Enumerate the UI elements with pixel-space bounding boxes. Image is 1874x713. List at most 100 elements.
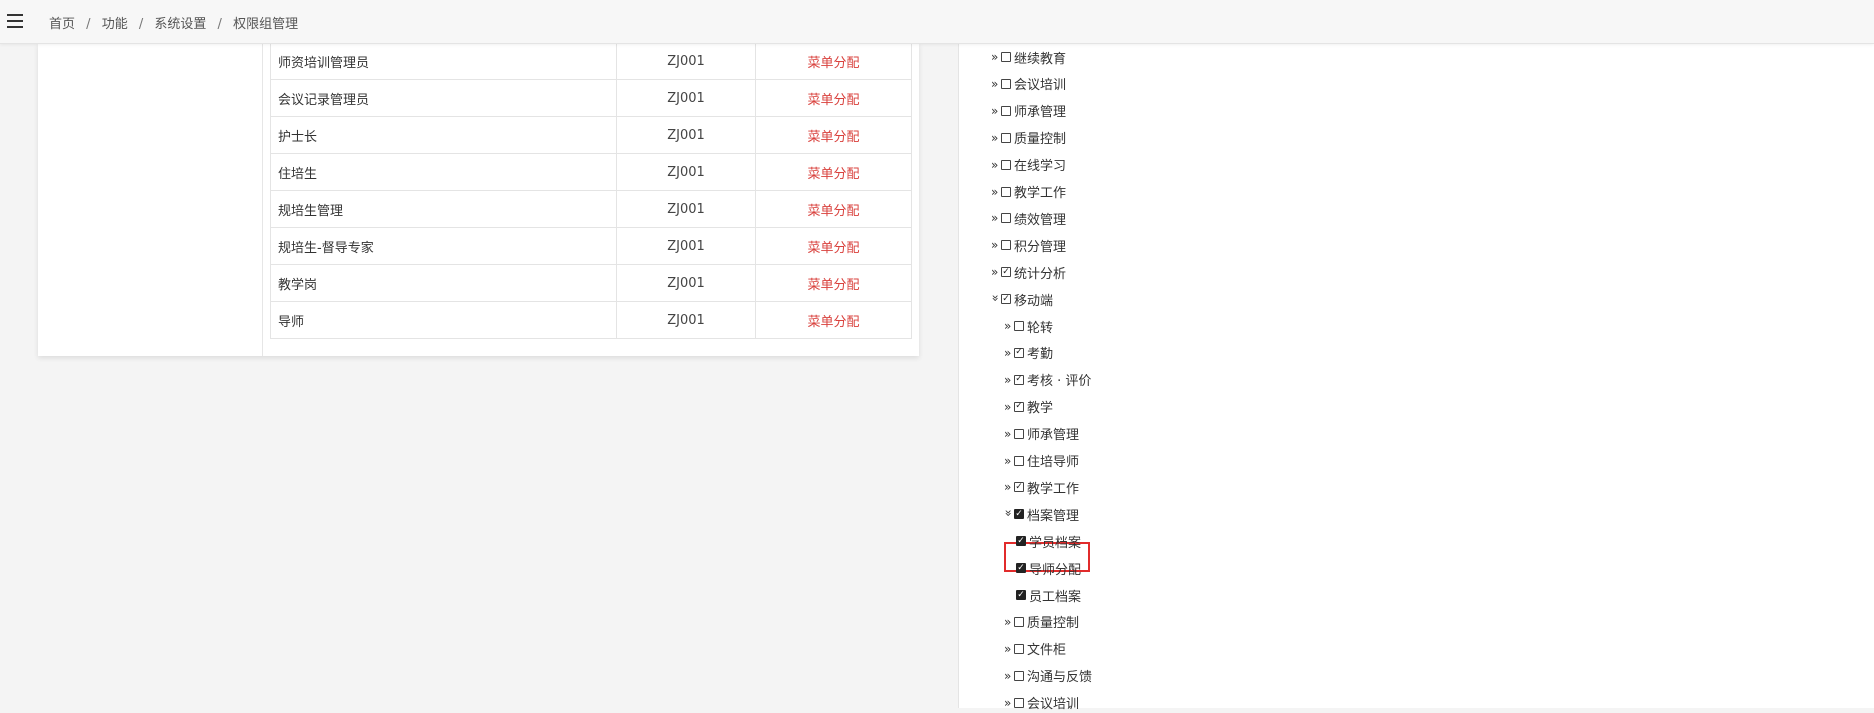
expand-arrow-icon[interactable]: » (991, 239, 1000, 251)
expand-arrow-icon[interactable]: » (991, 212, 1000, 224)
breadcrumb-system-settings[interactable]: 系统设置 (154, 17, 206, 32)
tree-node[interactable]: » 沟通与反馈 (1004, 666, 1092, 686)
checked-checkbox-icon[interactable] (1014, 509, 1024, 520)
checked-checkbox-icon[interactable] (1014, 347, 1024, 358)
expand-arrow-icon[interactable]: » (991, 159, 1000, 171)
tree-node[interactable]: » 考核 · 评价 (1004, 370, 1091, 390)
unchecked-checkbox-icon[interactable] (1014, 643, 1024, 654)
tree-node[interactable]: » 教学 (1004, 397, 1053, 417)
tree-node-label: 教学 (1027, 401, 1054, 417)
expand-arrow-icon[interactable]: » (991, 266, 1000, 278)
expand-arrow-icon[interactable]: » (1004, 616, 1013, 628)
checked-checkbox-icon[interactable] (1016, 563, 1026, 574)
expand-arrow-icon[interactable]: » (1004, 643, 1013, 655)
expand-arrow-icon[interactable]: » (1004, 401, 1013, 413)
checked-checkbox-icon[interactable] (1014, 401, 1024, 412)
expand-arrow-icon[interactable]: » (1004, 428, 1013, 440)
hamburger-menu-icon[interactable] (7, 14, 23, 28)
menu-assign-link[interactable]: 菜单分配 (807, 315, 859, 330)
expand-arrow-icon[interactable]: » (991, 51, 1000, 63)
breadcrumb-home[interactable]: 首页 (49, 17, 75, 32)
tree-node[interactable]: » 继续教育 (991, 47, 1066, 67)
tree-node-label: 文件柜 (1027, 643, 1067, 659)
unchecked-checkbox-icon[interactable] (1001, 105, 1011, 116)
tree-node-label: 师承管理 (1027, 428, 1080, 444)
expand-arrow-icon[interactable]: » (1004, 481, 1013, 493)
tree-node[interactable]: » 教学工作 (1004, 477, 1079, 497)
tree-node[interactable]: » 在线学习 (991, 155, 1066, 175)
tree-node[interactable]: » 师承管理 (991, 101, 1066, 121)
menu-assign-link[interactable]: 菜单分配 (807, 278, 859, 293)
top-bar: 首页 / 功能 / 系统设置 / 权限组管理 (0, 0, 1874, 44)
tree-node[interactable]: » 住培导师 (1004, 451, 1079, 471)
tree-node[interactable]: » 教学工作 (991, 182, 1066, 202)
tree-node[interactable]: » 统计分析 (991, 262, 1066, 282)
breadcrumb-function[interactable]: 功能 (102, 17, 128, 32)
tree-node[interactable]: » 轮转 (1004, 316, 1053, 336)
unchecked-checkbox-icon[interactable] (1001, 52, 1011, 62)
collapse-arrow-icon[interactable]: » (1002, 510, 1016, 519)
tree-node[interactable]: » 质量控制 (1004, 612, 1079, 632)
tree-node[interactable]: » 绩效管理 (991, 208, 1066, 228)
tree-node[interactable]: » 质量控制 (991, 128, 1066, 148)
expand-arrow-icon[interactable]: » (991, 186, 1000, 198)
menu-assign-link[interactable]: 菜单分配 (807, 130, 859, 145)
tree-node[interactable]: 学员档案 (1016, 531, 1081, 551)
menu-assign-link[interactable]: 菜单分配 (807, 204, 859, 219)
tree-node[interactable]: 员工档案 (1016, 585, 1081, 605)
expand-arrow-icon[interactable]: » (1004, 455, 1013, 467)
checked-checkbox-icon[interactable] (1016, 590, 1026, 600)
tree-node[interactable]: » 文件柜 (1004, 639, 1066, 659)
expand-arrow-icon[interactable]: » (991, 105, 1000, 117)
role-code: ZJ001 (616, 264, 756, 302)
tree-node-label: 继续教育 (1014, 51, 1067, 67)
expand-arrow-icon[interactable]: » (1004, 697, 1013, 709)
role-code: ZJ001 (616, 153, 756, 191)
unchecked-checkbox-icon[interactable] (1014, 455, 1024, 466)
tree-node-label: 学员档案 (1029, 535, 1082, 551)
unchecked-checkbox-icon[interactable] (1014, 697, 1024, 708)
expand-arrow-icon[interactable]: » (1004, 670, 1013, 682)
expand-arrow-icon[interactable]: » (1004, 347, 1013, 359)
expand-arrow-icon[interactable]: » (991, 132, 1000, 144)
tree-node[interactable]: » 积分管理 (991, 235, 1066, 255)
expand-arrow-icon[interactable]: » (1004, 374, 1013, 386)
unchecked-checkbox-icon[interactable] (1014, 428, 1024, 439)
tree-node[interactable]: » 会议培训 (1004, 693, 1079, 713)
expand-arrow-icon[interactable]: » (1004, 320, 1013, 332)
expand-arrow-icon[interactable]: » (991, 78, 1000, 90)
unchecked-checkbox-icon[interactable] (1001, 213, 1011, 224)
unchecked-checkbox-icon[interactable] (1014, 321, 1024, 331)
collapse-arrow-icon[interactable]: » (989, 295, 1003, 304)
tree-node[interactable]: 导师分配 (1016, 558, 1081, 578)
checked-checkbox-icon[interactable] (1014, 482, 1024, 493)
unchecked-checkbox-icon[interactable] (1001, 132, 1011, 143)
menu-assign-link[interactable]: 菜单分配 (807, 56, 859, 71)
table-row: 规培生-督导专家 ZJ001 菜单分配 (270, 227, 912, 265)
menu-assign-link[interactable]: 菜单分配 (807, 241, 859, 256)
table-row: 教学岗 ZJ001 菜单分配 (270, 264, 912, 302)
tree-node[interactable]: » 档案管理 (1002, 504, 1080, 524)
menu-assign-link[interactable]: 菜单分配 (807, 167, 859, 182)
tree-node[interactable]: » 移动端 (989, 289, 1054, 309)
unchecked-checkbox-icon[interactable] (1001, 78, 1011, 89)
unchecked-checkbox-icon[interactable] (1001, 186, 1011, 197)
menu-assign-link[interactable]: 菜单分配 (807, 93, 859, 108)
table-row: 护士长 ZJ001 菜单分配 (270, 116, 912, 154)
checked-checkbox-icon[interactable] (1001, 294, 1011, 305)
tree-node[interactable]: » 师承管理 (1004, 424, 1079, 444)
tree-node[interactable]: » 考勤 (1004, 343, 1053, 363)
role-code: ZJ001 (616, 301, 756, 339)
role-name: 护士长 (270, 116, 617, 154)
role-name: 教学岗 (270, 264, 617, 302)
breadcrumb-separator: / (86, 17, 91, 32)
unchecked-checkbox-icon[interactable] (1001, 159, 1011, 170)
checked-checkbox-icon[interactable] (1016, 536, 1026, 547)
unchecked-checkbox-icon[interactable] (1014, 616, 1024, 627)
tree-node-label: 积分管理 (1014, 239, 1067, 255)
tree-node[interactable]: » 会议培训 (991, 74, 1066, 94)
checked-checkbox-icon[interactable] (1001, 267, 1011, 278)
unchecked-checkbox-icon[interactable] (1014, 670, 1024, 681)
checked-checkbox-icon[interactable] (1014, 374, 1024, 385)
unchecked-checkbox-icon[interactable] (1001, 240, 1011, 251)
